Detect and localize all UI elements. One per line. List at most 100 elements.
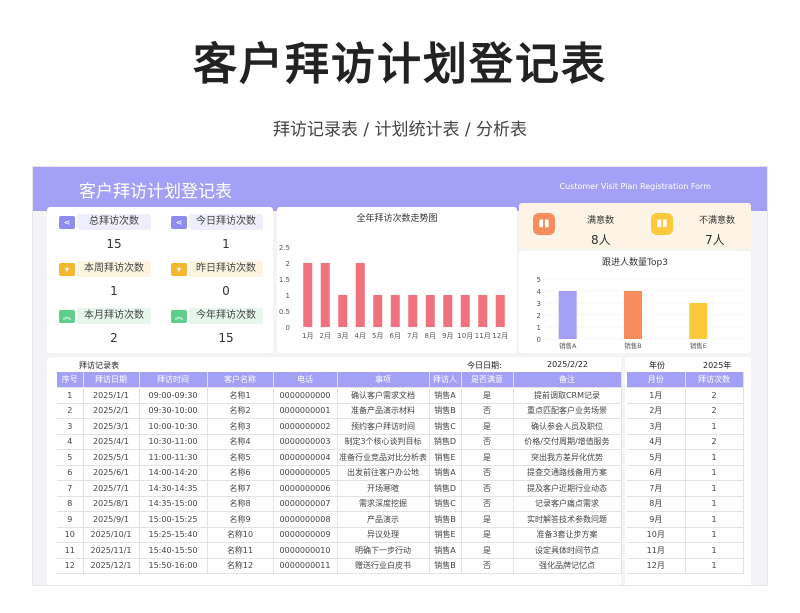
table-cell: 2025/12/1: [83, 558, 140, 574]
share-icon: ⋖: [171, 216, 187, 229]
column-header: 是否满意: [461, 372, 514, 388]
y-tick-label: 1: [537, 324, 541, 332]
bar: [689, 303, 708, 339]
table-cell: 1: [685, 542, 744, 559]
table-cell: 12: [57, 558, 84, 574]
table-cell: 1: [685, 418, 744, 435]
table-cell: 否: [461, 465, 514, 481]
table-cell: 是: [461, 387, 514, 404]
table-cell: 5月: [627, 449, 686, 466]
table-cell: 2025/11/1: [83, 542, 140, 559]
table-cell: 0000000000: [273, 387, 338, 404]
column-header: 拜访次数: [685, 372, 744, 388]
y-tick-label: 4: [537, 288, 542, 296]
x-tick-label: 7月: [407, 332, 418, 340]
table-cell: 12月: [627, 558, 686, 574]
table-cell: 准备3套让步方案: [513, 527, 622, 543]
table-cell: 14:35-15:00: [139, 496, 208, 512]
table-cell: 0000000005: [273, 465, 338, 481]
table-cell: 5: [57, 449, 84, 466]
table-cell: 销售C: [429, 496, 462, 512]
table-cell: 11: [57, 542, 84, 559]
column-header: 事项: [337, 372, 430, 388]
table-row: 5月 1: [627, 449, 744, 466]
table-cell: 销售B: [429, 558, 462, 574]
x-tick-label: 1月: [302, 332, 313, 340]
table-cell: 2: [685, 387, 744, 404]
kpi-value: 15: [106, 237, 122, 251]
kpi-value: 2: [110, 331, 118, 345]
table-cell: 0000000006: [273, 480, 338, 497]
table-row: 8月 1: [627, 496, 744, 512]
table-cell: 8: [57, 496, 84, 512]
table-cell: 制定3个核心谈判目标: [337, 434, 430, 450]
table-cell: 2025/3/1: [83, 418, 140, 435]
section-label: 拜访记录表: [79, 361, 119, 370]
table-cell: 准备产品演示材料: [337, 403, 430, 419]
unsatisfied-value: 7人: [705, 233, 725, 247]
table-cell: 7: [57, 480, 84, 497]
table-cell: 销售C: [429, 418, 462, 435]
table-cell: 0000000008: [273, 511, 338, 528]
table-cell: 名称3: [207, 418, 274, 435]
bar: [495, 295, 505, 327]
column-header: 拜访日期: [83, 372, 140, 388]
table-row: 1月 2: [627, 387, 744, 404]
table-cell: 开场寒暄: [337, 480, 430, 497]
table-row: 2 2025/2/1 09:30-10:00 名称2 0000000001 准备产品演示材…: [57, 403, 622, 419]
table-cell: 销售A: [429, 465, 462, 481]
table-cell: 10:00-10:30: [139, 418, 208, 435]
bar: [460, 295, 470, 327]
bar: [338, 295, 348, 327]
kpi-tile: ▾ 昨日拜访次数 0: [165, 260, 265, 310]
table-row: 7 2025/7/1 14:30-14:35 名称7 0000000006 开场寒暄 销售D…: [57, 480, 622, 497]
table-cell: 设定具体时间节点: [513, 542, 622, 559]
table-cell: 1: [685, 558, 744, 574]
table-cell: 8月: [627, 496, 686, 512]
bar: [558, 291, 577, 339]
table-cell: 09:00-09:30: [139, 387, 208, 404]
table-cell: 1: [685, 449, 744, 466]
column-header: 序号: [57, 372, 84, 388]
table-row: 8 2025/8/1 14:35-15:00 名称8 0000000007 需求深度挖掘销…: [57, 496, 622, 512]
table-cell: 确认客户需求文档: [337, 387, 430, 404]
table-cell: 提及客户近期行业动态: [513, 480, 622, 497]
table-cell: 4: [57, 434, 84, 450]
spreadsheet-sheet: 客户拜访计划登记表 Customer Visit Plan Registrati…: [32, 166, 768, 586]
unsatisfied-label: 不满意数: [699, 216, 736, 226]
monthly-panel: 年份 2025年 月份 拜访次数 1月 2 2月 2 3月 1 4月 2 5月 1 6月 1 7月 1 8月 1…: [625, 357, 751, 585]
table-cell: 1月: [627, 387, 686, 404]
table-cell: 1: [685, 496, 744, 512]
chevron-down-icon: ▾: [59, 263, 75, 276]
kpi-tile: ︽ 本月拜访次数 2: [53, 307, 153, 357]
year-label: 年份: [649, 361, 665, 370]
table-cell: 2025/1/1: [83, 387, 140, 404]
table-row: 6 2025/6/1 14:00-14:20 名称6 0000000005 出发前往客户办…: [57, 465, 622, 481]
table-cell: 销售D: [429, 480, 462, 497]
table-cell: 2: [685, 403, 744, 419]
kpi-tile: ⋖ 今日拜访次数 1: [165, 213, 265, 263]
bar: [390, 295, 400, 327]
table-cell: 0000000010: [273, 542, 338, 559]
table-cell: 提查交通路线备用方案: [513, 465, 622, 481]
x-tick-label: 2月: [320, 332, 331, 340]
table-cell: 预约客户拜访时间: [337, 418, 430, 435]
top3-chart: 跟进人数量Top3 0 1 2 3 4 5 销售A 销售B 销售E: [519, 251, 751, 353]
table-cell: 15:40-15:50: [139, 542, 208, 559]
table-cell: 10月: [627, 527, 686, 543]
table-row: 1 2025/1/1 09:00-09:30 名称1 0000000000 确认客户需求文…: [57, 387, 622, 404]
table-cell: 名称12: [207, 558, 274, 574]
table-cell: 名称11: [207, 542, 274, 559]
table-cell: 7月: [627, 480, 686, 497]
x-tick-label: 8月: [425, 332, 436, 340]
y-tick-label: 0: [286, 324, 290, 332]
kpi-label: 本周拜访次数: [77, 261, 151, 277]
table-cell: 需求深度挖掘: [337, 496, 430, 512]
table-cell: 名称2: [207, 403, 274, 419]
table-cell: 否: [461, 403, 514, 419]
satisfaction-card: ▮▮ 满意数 8人 ▮▮ 不满意数 7人: [519, 203, 751, 249]
today-value: 2025/2/22: [547, 360, 589, 369]
table-row: 3月 1: [627, 418, 744, 435]
table-cell: 是: [461, 511, 514, 528]
table-cell: 15:00-15:25: [139, 511, 208, 528]
